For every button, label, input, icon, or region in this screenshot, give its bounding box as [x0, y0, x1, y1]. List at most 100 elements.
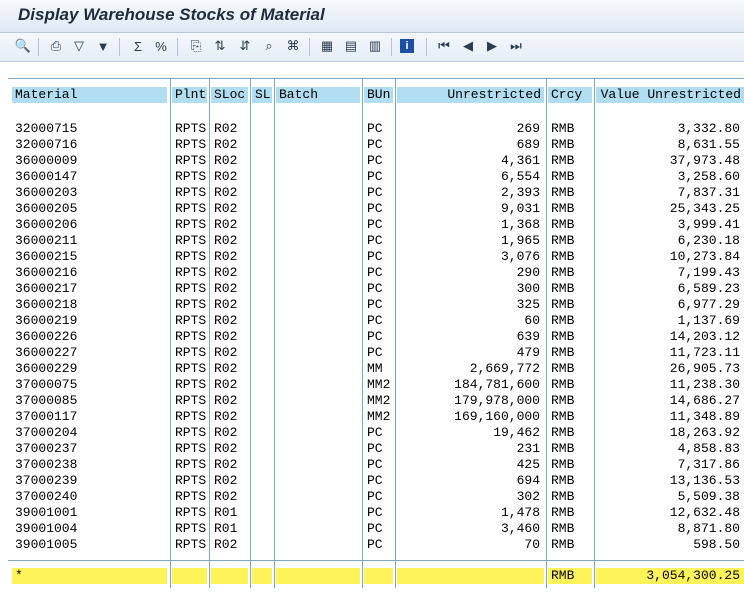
cell-material: 37000238	[15, 457, 78, 472]
cell-special-stock	[252, 233, 272, 249]
table-row[interactable]: 37000238 RPTS R02 PC 425 RMB 7,317.86	[8, 457, 744, 473]
export-icon[interactable]: ⎘	[187, 37, 205, 55]
page-title: Display Warehouse Stocks of Material	[18, 5, 325, 24]
table-row[interactable]: 36000206 RPTS R02 PC 1,368 RMB 3,999.41	[8, 217, 744, 233]
table-row[interactable]: 37000240 RPTS R02 PC 302 RMB 5,509.38	[8, 489, 744, 505]
table-row[interactable]: 37000085 RPTS R02 MM2 179,978,000 RMB 14,686.2…	[8, 393, 744, 409]
cell-special-stock	[252, 249, 272, 265]
cell-base-unit: PC	[367, 505, 383, 520]
cell-batch	[276, 297, 360, 313]
table-row[interactable]: 37000117 RPTS R02 MM2 169,160,000 RMB 11,348.8…	[8, 409, 744, 425]
cell-base-unit: PC	[367, 345, 383, 360]
cell-plant: RPTS	[175, 137, 207, 152]
cell-value-unrestricted: 5,509.38	[677, 489, 740, 504]
table-row[interactable]: 36000216 RPTS R02 PC 290 RMB 7,199.43	[8, 265, 744, 281]
print-icon[interactable]: ⎙	[47, 37, 65, 55]
table-row[interactable]: 36000205 RPTS R02 PC 9,031 RMB 25,343.25	[8, 201, 744, 217]
table-row[interactable]: 36000217 RPTS R02 PC 300 RMB 6,589.23	[8, 281, 744, 297]
next-page-icon[interactable]: ▶	[483, 37, 501, 55]
table-row[interactable]: 32000715 RPTS R02 PC 269 RMB 3,332.80	[8, 121, 744, 137]
table-row[interactable]: 36000009 RPTS R02 PC 4,361 RMB 37,973.48	[8, 153, 744, 169]
cell-value-unrestricted: 12,632.48	[669, 505, 740, 520]
find-next-icon[interactable]: ⌘	[284, 37, 302, 55]
cell-material: 39001005	[15, 537, 78, 552]
cell-plant: RPTS	[175, 265, 207, 280]
total-row[interactable]: * RMB 3,054,300.25	[8, 568, 744, 584]
cell-currency: RMB	[551, 393, 575, 408]
table-row[interactable]: 36000218 RPTS R02 PC 325 RMB 6,977.29	[8, 297, 744, 313]
header-batch[interactable]: Batch	[276, 87, 360, 103]
sort-ascending-icon[interactable]: ⇅	[211, 37, 229, 55]
total-separator	[8, 560, 744, 561]
toolbar-separator	[391, 38, 392, 56]
table-row[interactable]: 32000716 RPTS R02 PC 689 RMB 8,631.55	[8, 137, 744, 153]
cell-value-unrestricted: 11,348.89	[669, 409, 740, 424]
cell-material: 36000211	[15, 233, 78, 248]
cell-batch	[276, 409, 360, 425]
sum-icon[interactable]: Σ	[129, 37, 147, 55]
cell-special-stock	[252, 473, 272, 489]
details-icon[interactable]: 🔍	[14, 37, 32, 55]
cell-value-unrestricted: 4,858.83	[677, 441, 740, 456]
table-row[interactable]: 36000211 RPTS R02 PC 1,965 RMB 6,230.18	[8, 233, 744, 249]
cell-storage-location: R02	[214, 281, 238, 296]
cell-special-stock	[252, 393, 272, 409]
change-layout-icon[interactable]: ▤	[342, 37, 360, 55]
table-row[interactable]: 36000226 RPTS R02 PC 639 RMB 14,203.12	[8, 329, 744, 345]
choose-layout-icon[interactable]: ▦	[318, 37, 336, 55]
cell-unrestricted: 2,393	[500, 185, 540, 200]
find-icon[interactable]: ⌕	[260, 37, 278, 55]
cell-plant: RPTS	[175, 313, 207, 328]
cell-currency: RMB	[551, 457, 575, 472]
table-row[interactable]: 37000204 RPTS R02 PC 19,462 RMB 18,263.92	[8, 425, 744, 441]
table-row[interactable]: 39001001 RPTS R01 PC 1,478 RMB 12,632.48	[8, 505, 744, 521]
sort-descending-icon[interactable]: ⇵	[236, 37, 254, 55]
subtotal-icon[interactable]: %	[152, 37, 170, 55]
cell-currency: RMB	[551, 521, 575, 536]
table-row[interactable]: 36000227 RPTS R02 PC 479 RMB 11,723.11	[8, 345, 744, 361]
header-special-stock[interactable]: SL	[252, 87, 272, 103]
header-material[interactable]: Material	[12, 87, 167, 103]
cell-batch	[276, 201, 360, 217]
cell-special-stock	[252, 313, 272, 329]
header-value-unrestricted[interactable]: Value Unrestricted	[596, 87, 744, 103]
filter-icon[interactable]: ▽	[70, 37, 88, 55]
cell-currency: RMB	[551, 425, 575, 440]
table-row[interactable]: 37000237 RPTS R02 PC 231 RMB 4,858.83	[8, 441, 744, 457]
cell-material: 36000205	[15, 201, 78, 216]
first-page-icon[interactable]: ⏮	[435, 37, 453, 55]
table-row[interactable]: 36000203 RPTS R02 PC 2,393 RMB 7,837.31	[8, 185, 744, 201]
cell-currency: RMB	[551, 473, 575, 488]
table-row[interactable]: 36000215 RPTS R02 PC 3,076 RMB 10,273.84	[8, 249, 744, 265]
header-unrestricted[interactable]: Unrestricted	[397, 87, 544, 103]
save-layout-icon[interactable]: ▥	[366, 37, 384, 55]
table-row[interactable]: 39001005 RPTS R02 PC 70 RMB 598.50	[8, 537, 744, 553]
table-row[interactable]: 39001004 RPTS R01 PC 3,460 RMB 8,871.80	[8, 521, 744, 537]
table-row[interactable]: 36000229 RPTS R02 MM 2,669,772 RMB 26,905.73	[8, 361, 744, 377]
set-filter-icon[interactable]: ▼	[94, 37, 112, 55]
cell-unrestricted: 302	[516, 489, 540, 504]
cell-currency: RMB	[551, 537, 575, 552]
table-row[interactable]: 36000147 RPTS R02 PC 6,554 RMB 3,258.60	[8, 169, 744, 185]
previous-page-icon[interactable]: ◀	[459, 37, 477, 55]
cell-unrestricted: 639	[516, 329, 540, 344]
cell-special-stock	[252, 537, 272, 553]
table-row[interactable]: 37000239 RPTS R02 PC 694 RMB 13,136.53	[8, 473, 744, 489]
cell-base-unit: PC	[367, 201, 383, 216]
header-currency[interactable]: Crcy	[548, 87, 592, 103]
info-icon[interactable]: i	[400, 39, 414, 53]
cell-material: 37000075	[15, 377, 78, 392]
cell-base-unit: PC	[367, 281, 383, 296]
cell-unrestricted: 694	[516, 473, 540, 488]
header-base-unit[interactable]: BUn	[364, 87, 393, 103]
header-plant[interactable]: Plnt	[172, 87, 207, 103]
last-page-icon[interactable]: ⏭	[507, 37, 525, 55]
cell-value-unrestricted: 6,977.29	[677, 297, 740, 312]
cell-unrestricted: 231	[516, 441, 540, 456]
table-row[interactable]: 36000219 RPTS R02 PC 60 RMB 1,137.69	[8, 313, 744, 329]
cell-special-stock	[252, 153, 272, 169]
cell-storage-location: R02	[214, 249, 238, 264]
cell-batch	[276, 537, 360, 553]
table-row[interactable]: 37000075 RPTS R02 MM2 184,781,600 RMB 11,238.3…	[8, 377, 744, 393]
header-storage-location[interactable]: SLoc	[211, 87, 248, 103]
